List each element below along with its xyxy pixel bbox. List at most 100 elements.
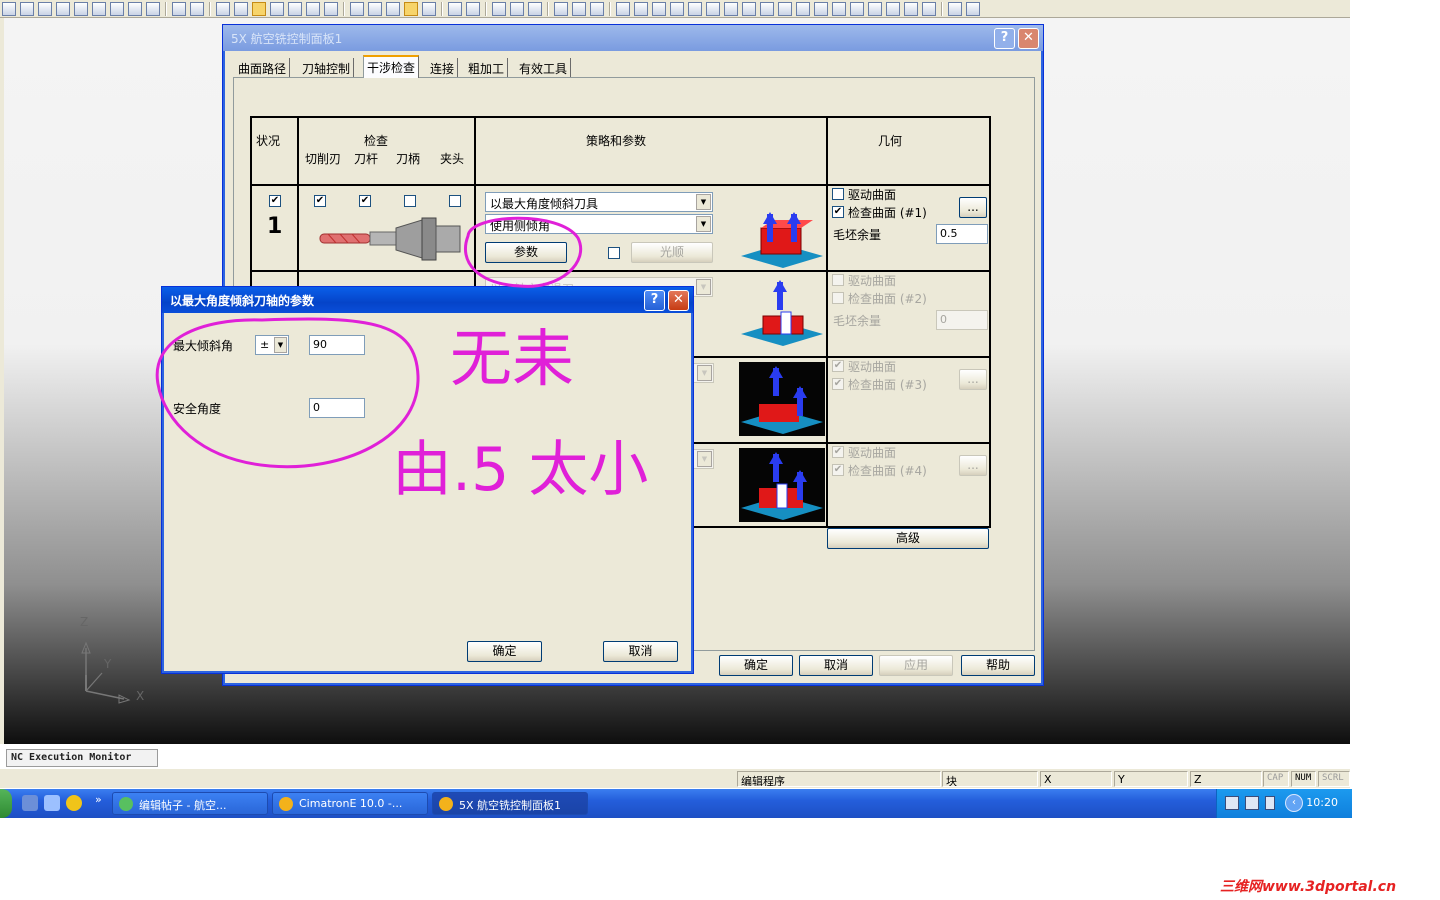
toolbar-tool-icon[interactable]	[110, 2, 124, 16]
toolbar-tool-icon[interactable]	[216, 2, 230, 16]
toolbar-tool-icon[interactable]	[922, 2, 936, 16]
row1-select-button[interactable]: ...	[959, 197, 987, 218]
safety-angle-input[interactable]: 0	[309, 398, 365, 418]
toolbar-tool-icon[interactable]	[652, 2, 666, 16]
network-icon[interactable]	[1265, 796, 1275, 810]
toolbar-tool-icon[interactable]	[350, 2, 364, 16]
row4-drive-surface-checkbox[interactable]: ✔	[832, 446, 844, 458]
toolbar-tool-icon[interactable]	[528, 2, 542, 16]
main-dialog-titlebar[interactable]: 5X 航空铣控制面板1 ? ✕	[223, 25, 1043, 51]
row4-strategy-select[interactable]: ▼	[692, 449, 714, 469]
advanced-button[interactable]: 高级	[827, 528, 989, 549]
toolbar-tool-icon[interactable]	[948, 2, 962, 16]
toolbar-tool-icon[interactable]	[778, 2, 792, 16]
close-icon[interactable]: ✕	[1018, 28, 1039, 49]
toolbar-tool-icon[interactable]	[270, 2, 284, 16]
help-button[interactable]: 帮助	[961, 655, 1035, 676]
cancel-button[interactable]: 取消	[799, 655, 873, 676]
toolbar-tool-icon[interactable]	[904, 2, 918, 16]
help-icon[interactable]: ?	[644, 290, 665, 311]
row2-check-surface-checkbox[interactable]	[832, 292, 844, 304]
tab-2[interactable]: 刀轴控制	[299, 58, 355, 78]
toolbar-tool-icon[interactable]	[252, 2, 266, 16]
tab-6[interactable]: 有效工具	[516, 58, 572, 78]
toolbar-tool-icon[interactable]	[634, 2, 648, 16]
row4-check-surface-checkbox[interactable]: ✔	[832, 464, 844, 476]
smooth-button[interactable]: 光顺	[631, 242, 713, 263]
keyboard-icon[interactable]	[1225, 796, 1239, 810]
row1-status-checkbox[interactable]: ✔	[269, 195, 281, 207]
toolbar-tool-icon[interactable]	[422, 2, 436, 16]
toolbar-tool-icon[interactable]	[832, 2, 846, 16]
toolbar-tool-icon[interactable]	[368, 2, 382, 16]
nc-monitor-tab[interactable]: NC Execution Monitor	[6, 749, 158, 767]
toolbar-tool-icon[interactable]	[688, 2, 702, 16]
task-button-5x-panel[interactable]: 5X 航空铣控制面板1	[432, 792, 588, 815]
quicklaunch-add-icon[interactable]	[66, 795, 82, 811]
toolbar-tool-icon[interactable]	[2, 2, 16, 16]
row1-strategy-select[interactable]: 以最大角度倾斜刀具 ▼	[485, 192, 713, 212]
toolbar-tool-icon[interactable]	[868, 2, 882, 16]
row3-drive-surface-checkbox[interactable]: ✔	[832, 360, 844, 372]
toolbar-tool-icon[interactable]	[814, 2, 828, 16]
toolbar-tool-icon[interactable]	[146, 2, 160, 16]
toolbar-tool-icon[interactable]	[886, 2, 900, 16]
close-icon[interactable]: ✕	[668, 290, 689, 311]
start-button[interactable]	[0, 789, 12, 818]
tab-1[interactable]: 曲面路径	[235, 58, 291, 78]
row1-stock-input[interactable]: 0.5	[936, 224, 988, 244]
row1-check-chuck[interactable]	[449, 195, 461, 207]
max-tilt-input[interactable]: 90	[309, 335, 365, 355]
toolbar-tool-icon[interactable]	[20, 2, 34, 16]
row3-check-surface-checkbox[interactable]: ✔	[832, 378, 844, 390]
toolbar-tool-icon[interactable]	[616, 2, 630, 16]
toolbar-tool-icon[interactable]	[554, 2, 568, 16]
row2-drive-surface-checkbox[interactable]	[832, 274, 844, 286]
tab-4[interactable]: 连接	[427, 58, 459, 78]
tab-3[interactable]: 干涉检查	[363, 55, 420, 78]
toolbar-tool-icon[interactable]	[74, 2, 88, 16]
row1-mode-select[interactable]: 使用侧倾角 ▼	[485, 214, 713, 234]
quicklaunch-browser-icon[interactable]	[44, 795, 60, 811]
param-cancel-button[interactable]: 取消	[603, 641, 678, 662]
row1-check-cutting[interactable]: ✔	[314, 195, 326, 207]
toolbar-tool-icon[interactable]	[850, 2, 864, 16]
toolbar-tool-icon[interactable]	[510, 2, 524, 16]
toolbar-tool-icon[interactable]	[306, 2, 320, 16]
toolbar-tool-icon[interactable]	[448, 2, 462, 16]
toolbar-tool-icon[interactable]	[324, 2, 338, 16]
param-dialog-titlebar[interactable]: 以最大角度倾斜刀轴的参数 ? ✕	[162, 287, 693, 313]
tray-expand-icon[interactable]: ‹	[1285, 794, 1303, 812]
toolbar-tool-icon[interactable]	[92, 2, 106, 16]
toolbar-tool-icon[interactable]	[572, 2, 586, 16]
toolbar-tool-icon[interactable]	[56, 2, 70, 16]
tab-5[interactable]: 粗加工	[465, 58, 509, 78]
toolbar-tool-icon[interactable]	[386, 2, 400, 16]
task-button-forum[interactable]: 编辑帖子 - 航空...	[112, 792, 268, 815]
apply-button[interactable]: 应用	[879, 655, 953, 676]
toolbar-tool-icon[interactable]	[742, 2, 756, 16]
row1-check-shank[interactable]: ✔	[359, 195, 371, 207]
row1-check-holder[interactable]	[404, 195, 416, 207]
row4-select-button[interactable]: ...	[959, 455, 987, 476]
row1-drive-surface-checkbox[interactable]	[832, 188, 844, 200]
toolbar-tool-icon[interactable]	[128, 2, 142, 16]
ok-button[interactable]: 确定	[719, 655, 793, 676]
toolbar-tool-icon[interactable]	[966, 2, 980, 16]
row2-stock-input[interactable]: 0	[936, 310, 988, 330]
toolbar-tool-icon[interactable]	[670, 2, 684, 16]
toolbar-tool-icon[interactable]	[706, 2, 720, 16]
smooth-checkbox[interactable]	[608, 247, 620, 259]
toolbar-tool-icon[interactable]	[288, 2, 302, 16]
toolbar-tool-icon[interactable]	[172, 2, 186, 16]
task-button-cimatron[interactable]: CimatronE 10.0 -...	[272, 792, 428, 815]
help-icon[interactable]: ?	[994, 28, 1015, 49]
toolbar-tool-icon[interactable]	[590, 2, 604, 16]
toolbar-tool-icon[interactable]	[492, 2, 506, 16]
toolbar-tool-icon[interactable]	[724, 2, 738, 16]
toolbar-tool-icon[interactable]	[234, 2, 248, 16]
toolbar-tool-icon[interactable]	[38, 2, 52, 16]
params-button[interactable]: 参数	[485, 242, 567, 263]
quicklaunch-desktop-icon[interactable]	[22, 795, 38, 811]
toolbar-tool-icon[interactable]	[190, 2, 204, 16]
